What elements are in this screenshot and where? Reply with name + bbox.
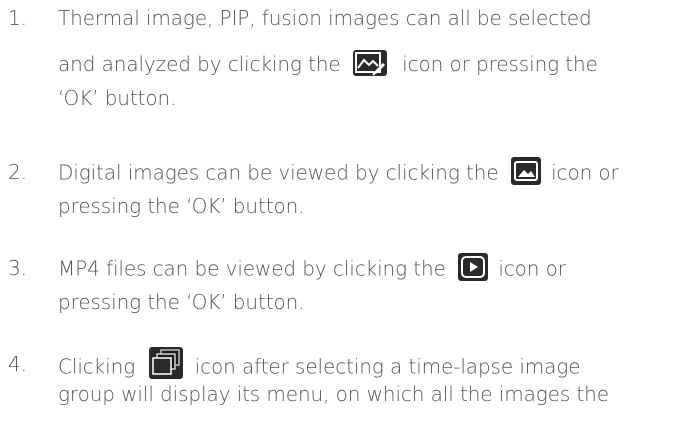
item-number: 4. <box>8 352 27 376</box>
item-text: icon after selecting a time-lapse image <box>194 354 581 379</box>
item-text: and analyzed by clicking the <box>58 52 341 76</box>
image-view-icon <box>510 157 541 185</box>
item-text-line: and analyzed by clicking the icon or pre… <box>58 49 598 79</box>
item-text-line: Clicking icon after selecting a time-lap… <box>58 347 581 384</box>
image-analysis-icon <box>352 49 387 76</box>
item-text-line: pressing the ‘OK’ button. <box>58 194 305 218</box>
item-text-line: pressing the ‘OK’ button. <box>58 290 305 314</box>
item-text-line: Digital images can be viewed by clicking… <box>58 157 619 188</box>
item-text: icon or pressing the <box>402 52 598 76</box>
item-number: 3. <box>8 256 27 280</box>
instruction-page: 1. Thermal image, PIP, fusion images can… <box>0 0 684 422</box>
item-text: icon or <box>498 256 566 281</box>
item-text: Clicking <box>58 354 136 379</box>
item-number: 1. <box>8 6 27 30</box>
item-text: icon or <box>551 160 619 185</box>
play-icon <box>458 253 489 281</box>
item-number: 2. <box>8 160 27 184</box>
item-text-line: group will display its menu, on which al… <box>58 382 609 406</box>
item-text-line: Thermal image, PIP, fusion images can al… <box>58 6 592 30</box>
item-text: Digital images can be viewed by clicking… <box>58 160 499 185</box>
item-text-line: MP4 files can be viewed by clicking the … <box>58 253 566 284</box>
item-text-line: ‘OK’ button. <box>58 86 177 110</box>
item-text: MP4 files can be viewed by clicking the <box>58 256 446 281</box>
image-group-icon <box>149 347 184 379</box>
